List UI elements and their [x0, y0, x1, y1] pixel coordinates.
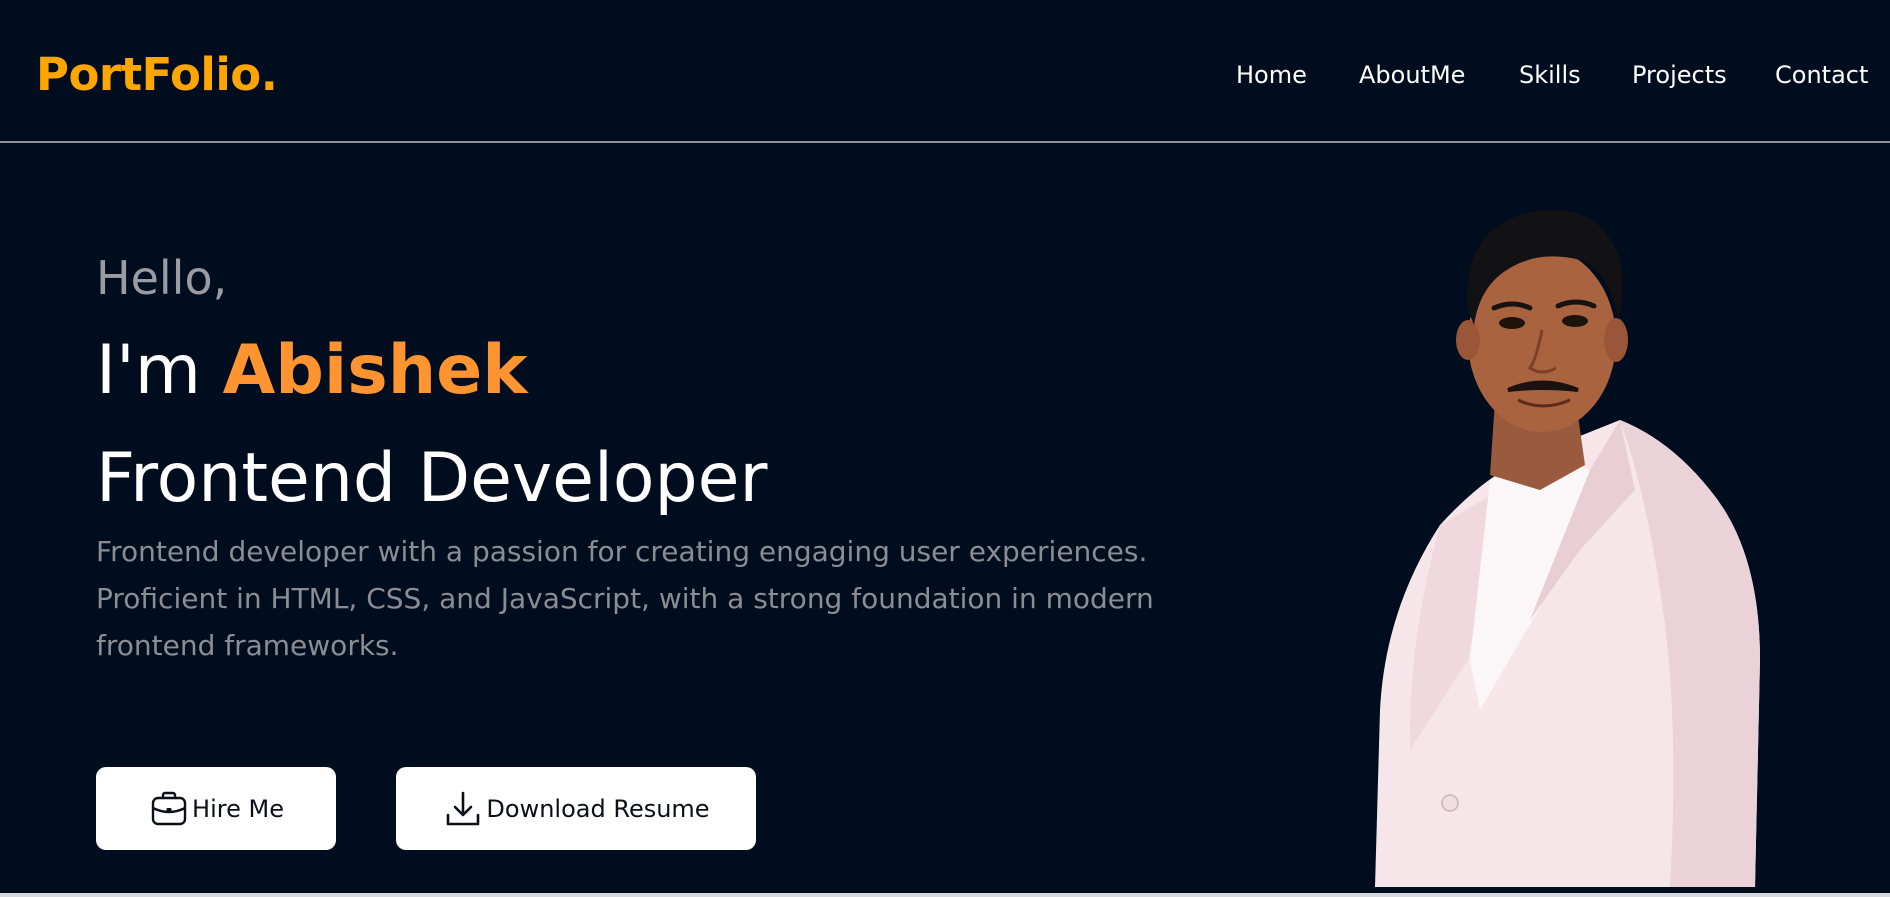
- hero-description: Frontend developer with a passion for cr…: [96, 535, 1154, 662]
- download-resume-label: Download Resume: [486, 794, 710, 823]
- site-logo[interactable]: PortFolio.: [36, 48, 278, 102]
- hero-name-heading: I'm Abishek: [96, 330, 527, 412]
- hero-name-prefix: I'm: [96, 331, 223, 410]
- navbar: PortFolio. Home AboutMe Skills Projects …: [0, 0, 1890, 143]
- download-resume-button[interactable]: Download Resume: [396, 767, 756, 850]
- briefcase-icon: [148, 788, 190, 830]
- nav-link-aboutme[interactable]: AboutMe: [1359, 60, 1465, 90]
- download-icon: [442, 788, 484, 830]
- bottom-divider: [0, 893, 1890, 897]
- hire-me-label: Hire Me: [192, 794, 284, 823]
- nav-link-home[interactable]: Home: [1236, 60, 1307, 90]
- profile-portrait: [1290, 190, 1770, 887]
- nav-link-contact[interactable]: Contact: [1775, 60, 1868, 90]
- nav-link-skills[interactable]: Skills: [1519, 60, 1581, 90]
- nav-link-projects[interactable]: Projects: [1632, 60, 1727, 90]
- hire-me-button[interactable]: Hire Me: [96, 767, 336, 850]
- hero-greeting: Hello,: [96, 251, 228, 305]
- hero-name: Abishek: [222, 331, 528, 410]
- hero-role: Frontend Developer: [96, 439, 768, 518]
